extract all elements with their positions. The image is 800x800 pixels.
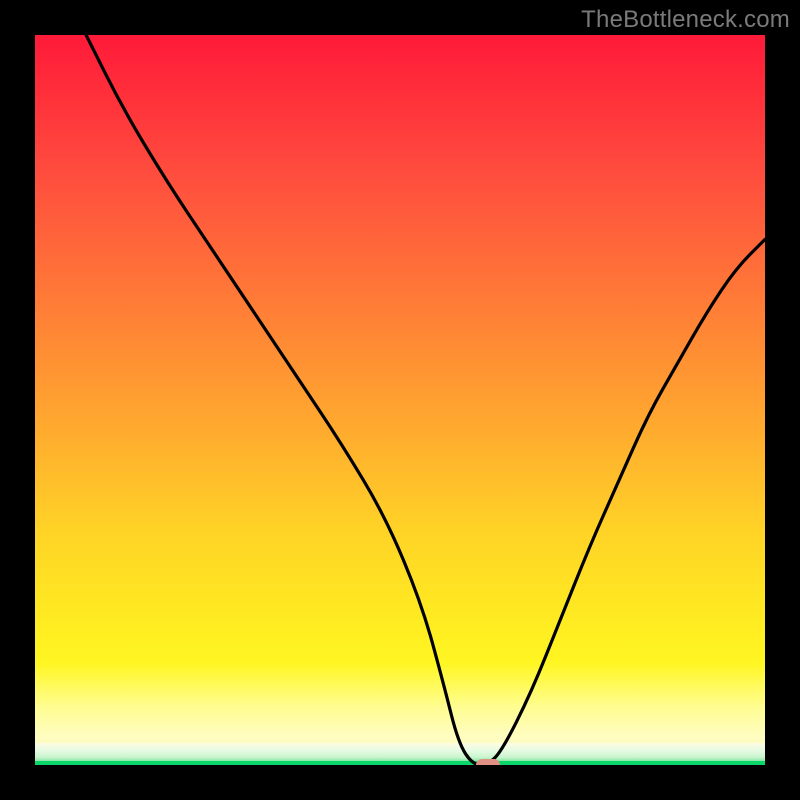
plot-area — [35, 35, 765, 765]
chart-frame: TheBottleneck.com — [0, 0, 800, 800]
watermark-text: TheBottleneck.com — [581, 6, 790, 34]
optimal-point-marker — [476, 759, 500, 765]
bottleneck-curve — [35, 35, 765, 765]
